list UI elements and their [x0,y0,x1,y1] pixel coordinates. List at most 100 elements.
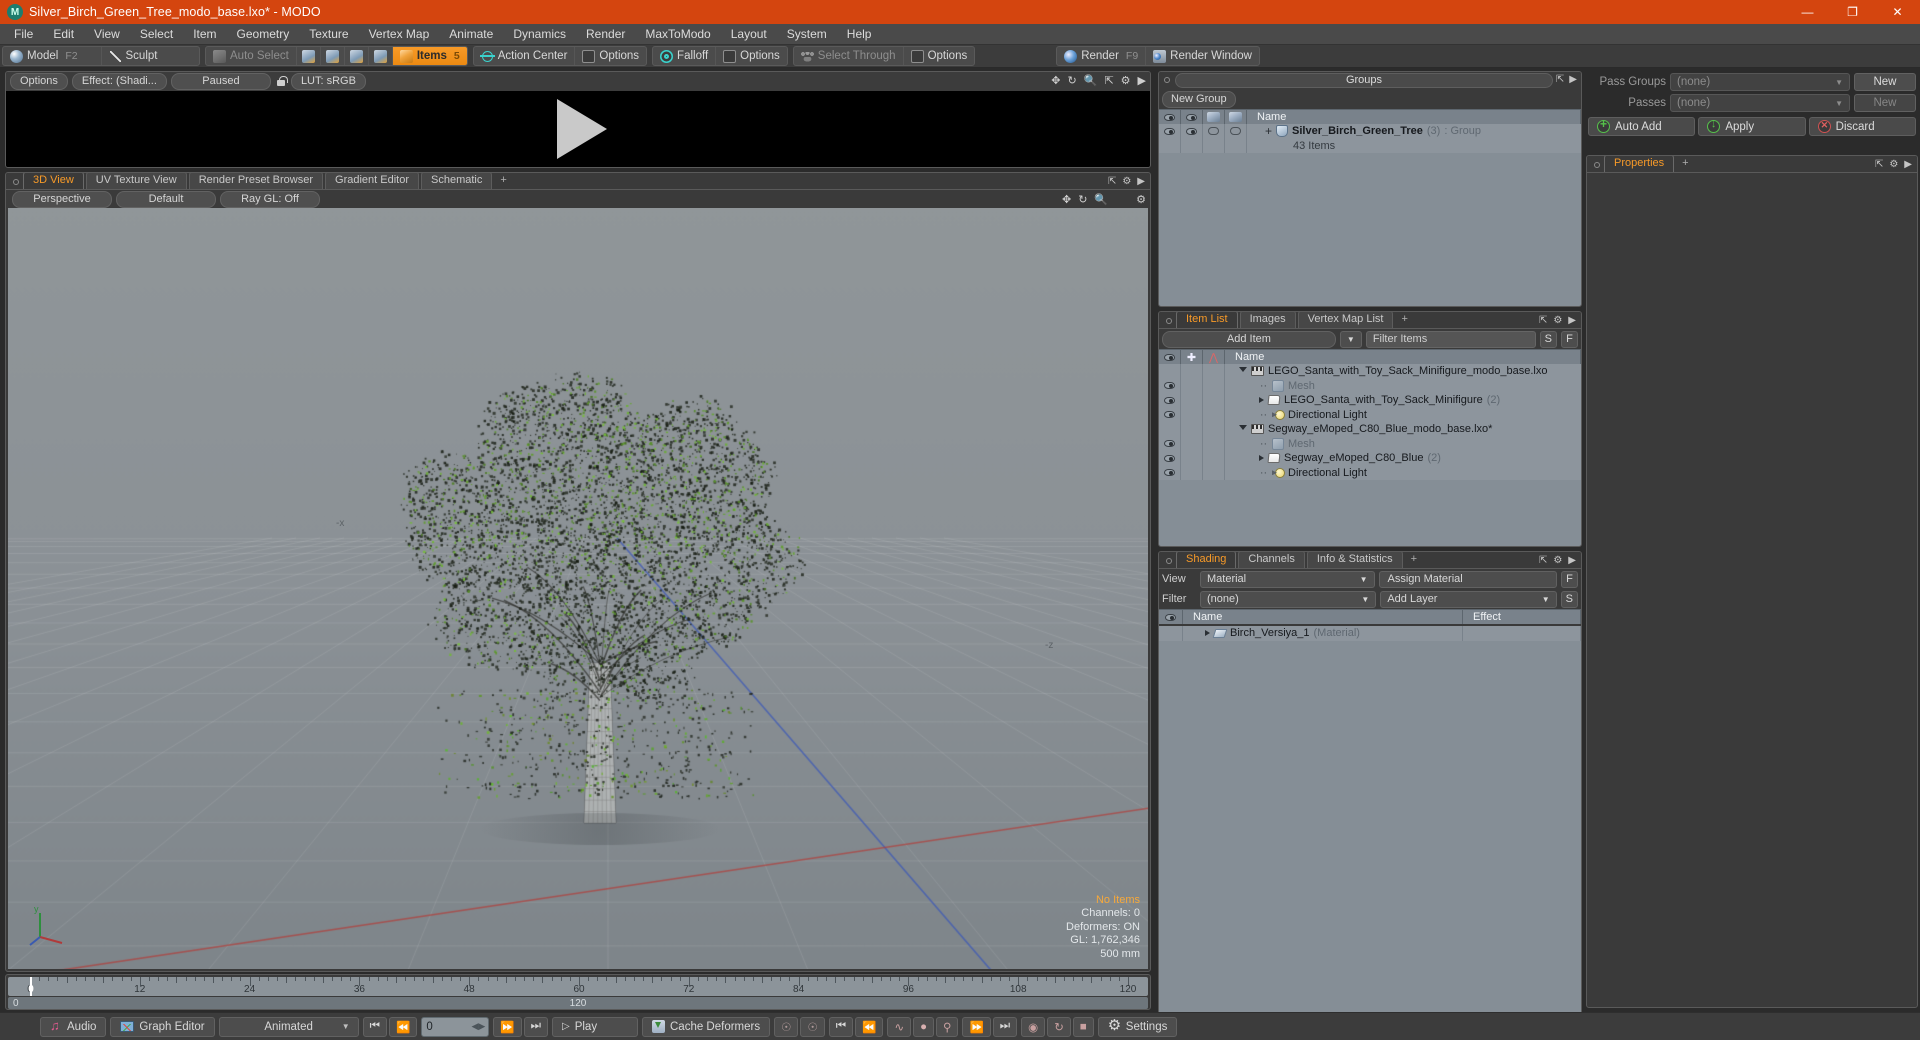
row-eye-toggle[interactable] [1159,393,1181,408]
shading-view-combo[interactable]: Material ▼ [1200,571,1375,588]
tab-gradient-editor[interactable]: Gradient Editor [325,172,419,189]
menu-file[interactable]: File [4,25,43,44]
row-eye-toggle[interactable] [1159,379,1181,394]
shading-list-body[interactable]: Birch_Versiya_1 (Material) [1159,626,1581,1037]
table-row[interactable]: ·· Mesh [1159,437,1581,452]
gear-icon[interactable]: ⚙ [1121,74,1131,87]
row-name-cell[interactable]: ·· Mesh [1225,380,1581,392]
row-axis-toggle[interactable] [1203,437,1225,452]
row-name-cell[interactable]: ·· Directional Light [1225,467,1581,479]
material-name-cell[interactable]: Birch_Versiya_1 (Material) [1183,626,1463,641]
table-row[interactable]: + Silver_Birch_Green_Tree (3) : Group [1159,124,1581,139]
tab-3d-view[interactable]: 3D View [23,172,84,189]
menu-layout[interactable]: Layout [721,25,777,44]
tab-shading[interactable]: Shading [1176,551,1236,568]
timeline-ruler[interactable]: 012243648607284961081200 [8,977,1148,996]
table-row[interactable]: Segway_eMoped_C80_Blue (2) [1159,451,1581,466]
assign-material-f-button[interactable]: F [1561,571,1578,588]
passes-new-button[interactable]: New [1854,94,1916,112]
row-expander[interactable] [1259,397,1264,403]
apply-button[interactable]: Apply [1698,117,1805,136]
preview-lut-button[interactable]: LUT: sRGB [291,73,366,90]
cache-deformers-button[interactable]: Cache Deformers [642,1017,770,1037]
key-a-icon[interactable]: ◉ [1021,1017,1045,1037]
table-row[interactable]: LEGO_Santa_with_Toy_Sack_Minifigure_modo… [1159,364,1581,379]
timeline[interactable]: 012243648607284961081200 0 120 [5,974,1151,1010]
table-row[interactable]: ·· Directional Light [1159,466,1581,481]
row-axis-toggle[interactable] [1203,466,1225,481]
row-eye-toggle[interactable] [1159,451,1181,466]
table-row[interactable]: LEGO_Santa_with_Toy_Sack_Minifigure (2) [1159,393,1581,408]
add-item-button[interactable]: Add Item [1162,331,1336,348]
sculpt-mode-button[interactable]: Sculpt [102,47,200,65]
preview-paused-button[interactable]: Paused [171,73,271,90]
row-eye-toggle[interactable] [1159,364,1181,379]
action-center-button[interactable]: Action Center [474,47,576,65]
row-axis-toggle[interactable] [1203,379,1225,394]
menu-geometry[interactable]: Geometry [227,25,300,44]
groups-list-body[interactable]: + Silver_Birch_Green_Tree (3) : Group 43… [1159,124,1581,306]
row-eye-toggle[interactable] [1159,626,1183,641]
table-row[interactable]: Segway_eMoped_C80_Blue_modo_base.lxo* [1159,422,1581,437]
play-button[interactable]: ▷ Play [552,1017,638,1037]
shading-tab-add[interactable]: + [1405,551,1423,568]
row-name-cell[interactable]: Segway_eMoped_C80_Blue (2) [1225,452,1581,464]
tab-info-statistics[interactable]: Info & Statistics [1307,551,1403,568]
graph-editor-button[interactable]: Graph Editor [110,1017,214,1037]
prev-key-alt-icon[interactable]: ⏪ [855,1017,883,1037]
row-name-cell[interactable]: ·· Directional Light [1225,409,1581,421]
row-lock-toggle[interactable] [1181,466,1203,481]
menu-vertex-map[interactable]: Vertex Map [359,25,440,44]
row-select-toggle[interactable] [1225,124,1247,139]
tab-item-list[interactable]: Item List [1176,311,1238,328]
material-mode-button[interactable] [369,47,393,65]
prev-key-icon[interactable]: ⏮ [829,1017,853,1037]
vertex-mode-button[interactable] [297,47,321,65]
unlock-icon[interactable] [275,75,287,89]
tab-uv-texture-view[interactable]: UV Texture View [86,172,187,189]
maximize-button[interactable]: ❐ [1830,0,1875,24]
tab-properties[interactable]: Properties [1604,155,1674,172]
menu-dynamics[interactable]: Dynamics [503,25,576,44]
tab-channels[interactable]: Channels [1238,551,1304,568]
current-frame-input[interactable]: 0 ◀▶ [421,1017,489,1037]
render-button[interactable]: Render F9 [1057,47,1146,65]
arrow-icon[interactable]: ▶ [1904,159,1912,170]
action-center-options-button[interactable]: Options [575,47,646,65]
curve-key-icon[interactable]: ∿ [887,1017,911,1037]
zoom-icon[interactable]: 🔍 [1084,74,1098,87]
item-list-tab-add[interactable]: + [1395,311,1413,328]
row-expander[interactable] [1239,367,1247,375]
key-c-icon[interactable]: ■ [1073,1017,1094,1037]
key-up-icon[interactable]: ☉ [774,1017,798,1037]
spinner-arrows-icon[interactable]: ◀▶ [471,1021,485,1032]
row-eye-toggle[interactable] [1159,422,1181,437]
tab-images[interactable]: Images [1240,311,1296,328]
auto-select-button[interactable]: Auto Select [206,47,297,65]
step-forward-icon[interactable]: ⏩ [493,1017,521,1037]
move-icon[interactable]: ✥ [1062,193,1071,206]
assign-material-button[interactable]: Assign Material [1379,571,1558,588]
row-eye-toggle[interactable] [1159,466,1181,481]
row-lock-toggle[interactable] [1181,408,1203,423]
table-row[interactable]: ·· Mesh [1159,379,1581,394]
move-icon[interactable]: ✥ [1051,74,1060,87]
properties-menu-dot[interactable] [1594,162,1600,168]
falloff-button[interactable]: Falloff [653,47,716,65]
viewport-menu-dot[interactable] [13,179,19,185]
viewport-shading-button[interactable]: Default [116,191,216,208]
row-name-cell[interactable]: LEGO_Santa_with_Toy_Sack_Minifigure_modo… [1225,365,1581,377]
next-key-alt-icon[interactable]: ⏭ [993,1017,1017,1037]
row-lock-toggle[interactable] [1181,364,1203,379]
menu-texture[interactable]: Texture [299,25,358,44]
row-axis-toggle[interactable] [1203,364,1225,379]
preview-options-button[interactable]: Options [10,73,68,90]
filter-s-button[interactable]: S [1540,331,1557,348]
table-row[interactable]: Birch_Versiya_1 (Material) [1159,626,1581,641]
properties-tab-add[interactable]: + [1676,155,1694,172]
menu-select[interactable]: Select [130,25,183,44]
falloff-options-button[interactable]: Options [716,47,787,65]
go-to-end-icon[interactable]: ⏭ [524,1017,548,1037]
row-eye-toggle[interactable] [1159,408,1181,423]
pass-groups-new-button[interactable]: New [1854,73,1916,91]
